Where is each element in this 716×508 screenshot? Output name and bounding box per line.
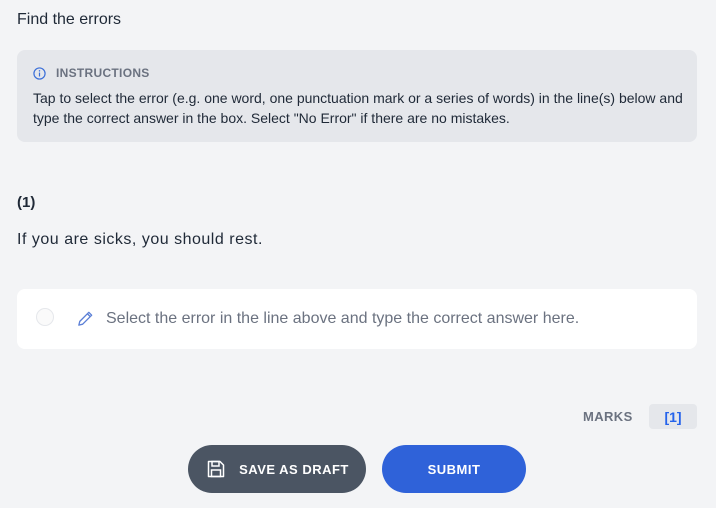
question-word[interactable]: you: [32, 231, 59, 249]
save-as-draft-button[interactable]: SAVE AS DRAFT: [188, 445, 366, 493]
save-as-draft-label: SAVE AS DRAFT: [239, 461, 349, 477]
marks-value: [1]: [649, 404, 697, 429]
answer-input[interactable]: [106, 306, 676, 332]
question-word[interactable]: sicks,: [94, 231, 137, 249]
instructions-header: INSTRUCTIONS: [33, 66, 150, 80]
pencil-icon: [78, 311, 93, 326]
instructions-heading: INSTRUCTIONS: [56, 66, 150, 80]
no-error-radio[interactable]: [36, 308, 54, 326]
save-icon: [207, 460, 225, 478]
submit-label: SUBMIT: [427, 461, 481, 477]
submit-button[interactable]: SUBMIT: [382, 445, 526, 493]
page: Find the errors INSTRUCTIONS Tap to sele…: [0, 0, 716, 508]
info-icon: [33, 66, 46, 80]
question-word[interactable]: should: [174, 231, 224, 249]
instructions-panel: INSTRUCTIONS Tap to select the error (e.…: [17, 50, 697, 142]
question-word[interactable]: rest.: [229, 231, 263, 249]
answer-box: [17, 289, 697, 349]
question-sentence: If you are sicks, you should rest.: [17, 231, 263, 249]
page-title: Find the errors: [17, 11, 122, 28]
instructions-text: Tap to select the error (e.g. one word, …: [33, 90, 683, 126]
question-word[interactable]: If: [17, 231, 27, 249]
question-word[interactable]: are: [64, 231, 89, 249]
question-word[interactable]: you: [142, 231, 169, 249]
marks-label: MARKS: [583, 409, 633, 424]
question-number: (1): [17, 194, 36, 211]
